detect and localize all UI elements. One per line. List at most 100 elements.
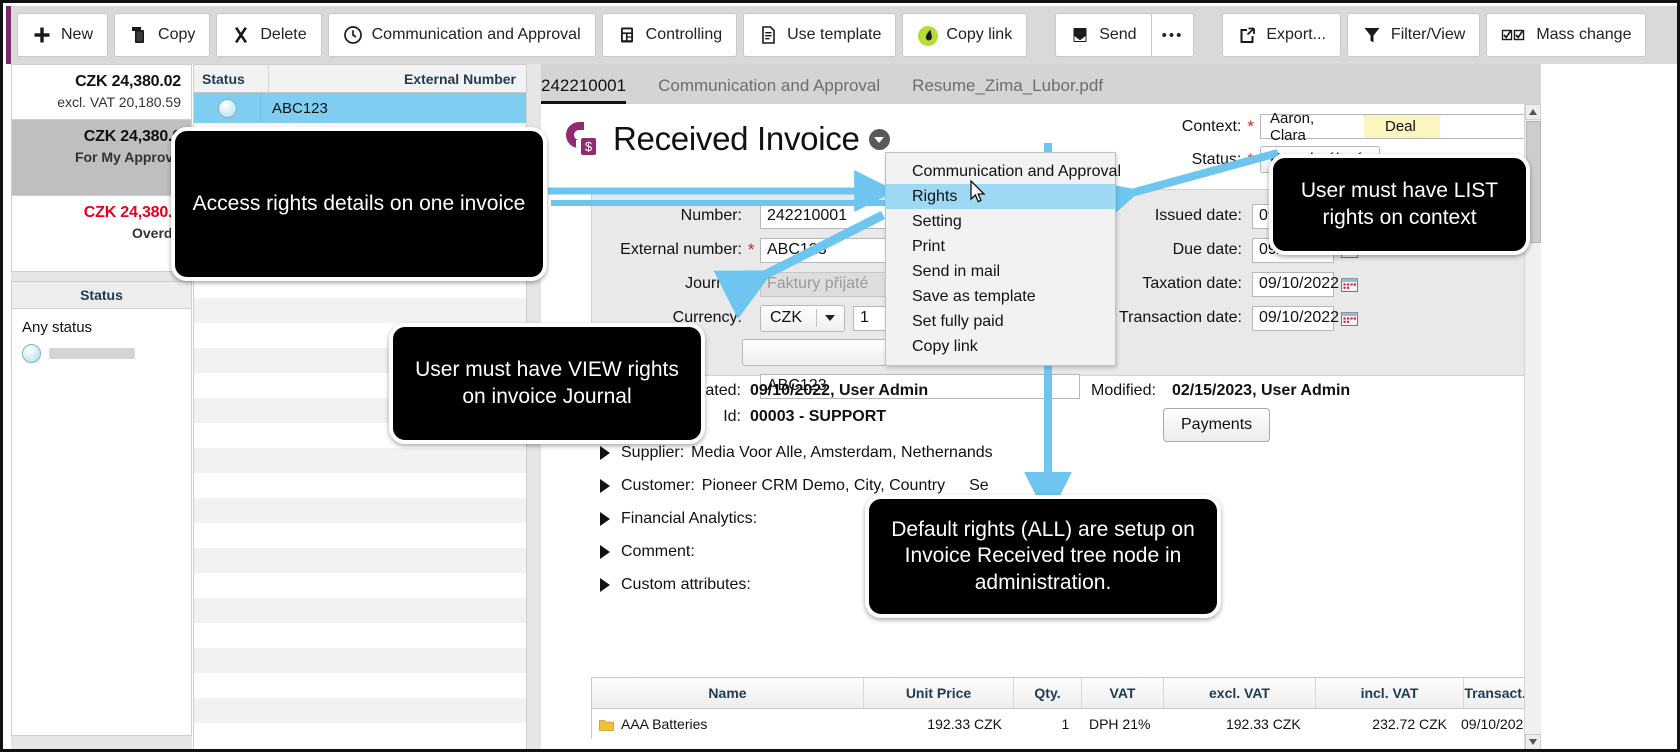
items-table-header: Name Unit Price Qty. VAT excl. VAT incl.… bbox=[592, 678, 1534, 709]
export-button[interactable]: Export... bbox=[1222, 13, 1341, 57]
callout-view-rights-text: User must have VIEW rights on invoice Jo… bbox=[415, 358, 679, 408]
section-supplier[interactable]: Supplier: Media Voor Alle, Amsterdam, Ne… bbox=[591, 436, 1526, 469]
column-header-excl-vat[interactable]: excl. VAT bbox=[1164, 678, 1316, 708]
status-dot-icon bbox=[22, 344, 41, 363]
summary-amount: CZK 24,380.02 bbox=[75, 73, 181, 90]
column-header-external-number[interactable]: External Number bbox=[269, 71, 526, 87]
delete-button-label: Delete bbox=[260, 26, 307, 43]
empty-row bbox=[194, 598, 526, 623]
supplier-value: Media Voor Alle, Amsterdam, Nethernands bbox=[691, 443, 993, 461]
toolbar-separator bbox=[1033, 35, 1049, 36]
summary-subtitle: excl. VAT 20,180.59 bbox=[57, 94, 181, 110]
expand-triangle-icon bbox=[600, 577, 610, 592]
menu-item-copy-link[interactable]: Copy link bbox=[886, 334, 1115, 359]
send-button[interactable]: Send bbox=[1055, 13, 1151, 57]
empty-row bbox=[194, 573, 526, 598]
menu-item-save-as-template[interactable]: Save as template bbox=[886, 284, 1115, 309]
column-header-incl-vat[interactable]: incl. VAT bbox=[1316, 678, 1464, 708]
summary-card-for-my-approval[interactable]: CZK 24,380.0 For My Approva bbox=[11, 120, 192, 196]
scroll-up-arrow-icon[interactable] bbox=[1525, 104, 1541, 120]
context-deal-chip[interactable]: Deal bbox=[1365, 114, 1441, 139]
calendar-icon[interactable] bbox=[1341, 311, 1358, 326]
empty-row bbox=[194, 698, 526, 723]
journal-label: Journal: bbox=[685, 275, 742, 292]
summary-card-total[interactable]: CZK 24,380.02 excl. VAT 20,180.59 bbox=[11, 64, 192, 120]
customer-label: Customer: bbox=[621, 476, 695, 494]
empty-row bbox=[194, 448, 526, 473]
main-toolbar: New Copy Delete Communication and Approv… bbox=[6, 6, 1677, 64]
context-empty-chip[interactable] bbox=[1441, 114, 1533, 139]
tab-communication-and-approval[interactable]: Communication and Approval bbox=[658, 76, 896, 104]
item-unit-price-cell: 192.33 CZK bbox=[927, 716, 1002, 732]
column-header-vat[interactable]: VAT bbox=[1082, 678, 1164, 708]
callout-access-rights-text: Access rights details on one invoice bbox=[192, 191, 526, 215]
expand-triangle-icon bbox=[600, 445, 610, 460]
taxation-date-input[interactable]: 09/10/2022 bbox=[1252, 271, 1339, 297]
column-header-unit-price[interactable]: Unit Price bbox=[864, 678, 1014, 708]
field-taxation-date: Taxation date: 09/10/2022 bbox=[1092, 270, 1512, 298]
table-row[interactable]: AAA Batteries 192.33 CZK 1 DPH 21% 192.3… bbox=[592, 709, 1534, 739]
expand-triangle-icon bbox=[600, 511, 610, 526]
page-title: Received Invoice bbox=[613, 120, 860, 157]
callout-default-rights: Default rights (ALL) are setup on Invoic… bbox=[865, 495, 1221, 618]
delete-button[interactable]: Delete bbox=[216, 13, 322, 57]
menu-item-send-in-mail[interactable]: Send in mail bbox=[886, 259, 1115, 284]
use-template-button[interactable]: Use template bbox=[743, 13, 897, 57]
callout-view-rights: User must have VIEW rights on invoice Jo… bbox=[389, 323, 705, 444]
id-value: 00003 - SUPPORT bbox=[750, 408, 887, 425]
toolbar-separator-2 bbox=[1200, 35, 1216, 36]
status-item-placeholder-bar bbox=[49, 348, 135, 359]
copy-link-button[interactable]: Copy link bbox=[902, 13, 1028, 57]
tab-resume-pdf[interactable]: Resume_Zima_Lubor.pdf bbox=[912, 76, 1119, 104]
required-asterisk: * bbox=[1247, 116, 1254, 136]
column-header-name[interactable]: Name bbox=[592, 678, 864, 708]
copy-button[interactable]: Copy bbox=[114, 13, 211, 57]
copy-button-label: Copy bbox=[158, 26, 196, 43]
new-button-label: New bbox=[61, 26, 94, 43]
summary-amount: CZK 24,380.0 bbox=[83, 128, 181, 145]
summary-amount: CZK 24,380.0 bbox=[83, 204, 181, 221]
export-icon bbox=[1237, 25, 1257, 45]
chevron-down-circle-icon[interactable] bbox=[868, 128, 890, 150]
menu-item-rights[interactable]: Rights bbox=[886, 184, 1115, 209]
title-context-menu: Communication and Approval Rights Settin… bbox=[885, 152, 1121, 366]
summary-subtitle: Overdu bbox=[131, 225, 181, 241]
status-item-partial[interactable] bbox=[12, 340, 191, 367]
context-value-field[interactable]: Aaron, Clara bbox=[1260, 110, 1365, 144]
send-group: Send ••• bbox=[1055, 13, 1195, 57]
external-number-label: External number: bbox=[620, 241, 742, 258]
menu-item-print[interactable]: Print bbox=[886, 234, 1115, 259]
scroll-down-arrow-icon[interactable] bbox=[1525, 734, 1541, 749]
mass-change-label: Mass change bbox=[1536, 26, 1632, 43]
status-item-any[interactable]: Any status bbox=[12, 315, 191, 340]
number-label: Number: bbox=[680, 207, 742, 224]
tab-242210001[interactable]: 242210001 bbox=[541, 76, 642, 104]
modified-value: 02/15/2023, User Admin bbox=[1172, 382, 1351, 399]
filter-view-button[interactable]: Filter/View bbox=[1346, 13, 1481, 57]
comment-label: Comment: bbox=[621, 542, 695, 560]
table-row[interactable]: ABC123 bbox=[194, 93, 526, 123]
list-grid-header: Status External Number bbox=[194, 65, 526, 93]
transaction-date-input[interactable]: 09/10/2022 bbox=[1252, 305, 1339, 331]
custom-attributes-label: Custom attributes: bbox=[621, 575, 751, 593]
callout-access-rights: Access rights details on one invoice bbox=[171, 127, 547, 281]
document-icon bbox=[758, 25, 778, 45]
menu-item-set-fully-paid[interactable]: Set fully paid bbox=[886, 309, 1115, 334]
column-header-qty[interactable]: Qty. bbox=[1014, 678, 1082, 708]
controlling-button[interactable]: Controlling bbox=[601, 13, 738, 57]
column-header-status[interactable]: Status bbox=[194, 65, 269, 92]
mass-change-button[interactable]: Mass change bbox=[1486, 13, 1647, 57]
menu-item-setting[interactable]: Setting bbox=[886, 209, 1115, 234]
new-button[interactable]: New bbox=[17, 13, 109, 57]
summary-card-overdue[interactable]: CZK 24,380.0 Overdu bbox=[11, 196, 192, 272]
folder-icon bbox=[599, 718, 614, 731]
mass-change-icon bbox=[1501, 25, 1527, 45]
calendar-icon[interactable] bbox=[1341, 277, 1358, 292]
callout-list-rights: User must have LIST rights on context bbox=[1269, 154, 1530, 255]
expand-triangle-icon bbox=[600, 544, 610, 559]
menu-item-communication-and-approval[interactable]: Communication and Approval bbox=[886, 159, 1121, 184]
more-actions-button[interactable]: ••• bbox=[1150, 13, 1195, 57]
communication-and-approval-button[interactable]: Communication and Approval bbox=[327, 13, 596, 57]
currency-select[interactable]: CZK bbox=[760, 304, 845, 332]
callout-list-rights-text: User must have LIST rights on context bbox=[1300, 179, 1499, 229]
